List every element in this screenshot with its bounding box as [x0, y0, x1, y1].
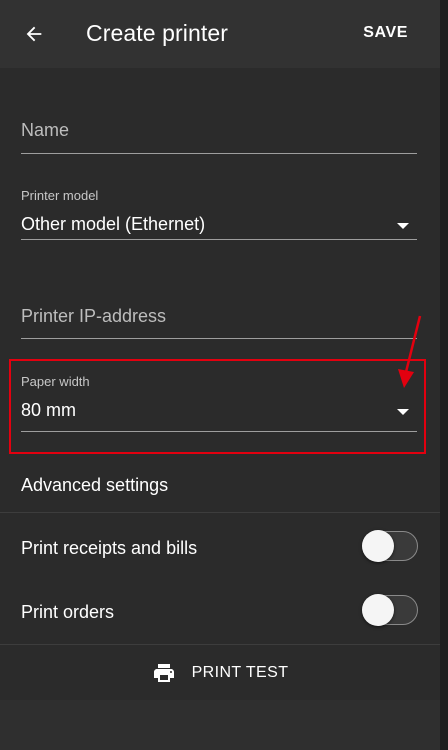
- paper-width-underline: [21, 431, 417, 432]
- dropdown-arrow-icon: [397, 409, 409, 415]
- printer-model-value: Other model (Ethernet): [21, 214, 206, 234]
- save-button[interactable]: SAVE: [363, 24, 408, 42]
- print-test-button[interactable]: PRINT TEST: [0, 645, 440, 701]
- divider: [0, 512, 440, 513]
- print-receipts-label: Print receipts and bills: [21, 538, 198, 558]
- print-orders-row[interactable]: Print orders: [0, 580, 440, 644]
- ip-address-placeholder: Printer IP-address: [21, 306, 167, 326]
- printer-icon: [153, 664, 174, 682]
- printer-model-select[interactable]: Printer model Other model (Ethernet): [21, 188, 417, 240]
- dropdown-arrow-icon: [397, 223, 409, 229]
- app-toolbar: Create printer SAVE: [0, 0, 440, 68]
- name-underline: [21, 153, 417, 154]
- toggle-thumb: [362, 594, 394, 626]
- ip-address-field[interactable]: Printer IP-address: [21, 306, 417, 340]
- paper-width-value: 80 mm: [21, 400, 77, 420]
- printer-model-underline: [21, 239, 417, 240]
- paper-width-select[interactable]: Paper width 80 mm: [21, 374, 417, 432]
- ip-address-underline: [21, 338, 417, 339]
- toggle-thumb: [362, 530, 394, 562]
- print-receipts-toggle[interactable]: [360, 529, 420, 563]
- print-receipts-row[interactable]: Print receipts and bills: [0, 516, 440, 580]
- paper-width-label: Paper width: [21, 374, 90, 389]
- arrow-back-icon: [26, 26, 42, 42]
- name-placeholder: Name: [21, 120, 70, 140]
- print-orders-toggle[interactable]: [360, 593, 420, 627]
- page-title: Create printer: [86, 20, 229, 46]
- bottom-area: [0, 700, 440, 750]
- print-orders-label: Print orders: [21, 602, 115, 622]
- print-test-label: PRINT TEST: [191, 664, 289, 681]
- printer-model-label: Printer model: [21, 188, 99, 203]
- name-field[interactable]: Name: [21, 120, 417, 154]
- screen-edge: [440, 0, 448, 750]
- back-button[interactable]: [16, 16, 52, 52]
- advanced-settings-heading: Advanced settings: [21, 475, 169, 495]
